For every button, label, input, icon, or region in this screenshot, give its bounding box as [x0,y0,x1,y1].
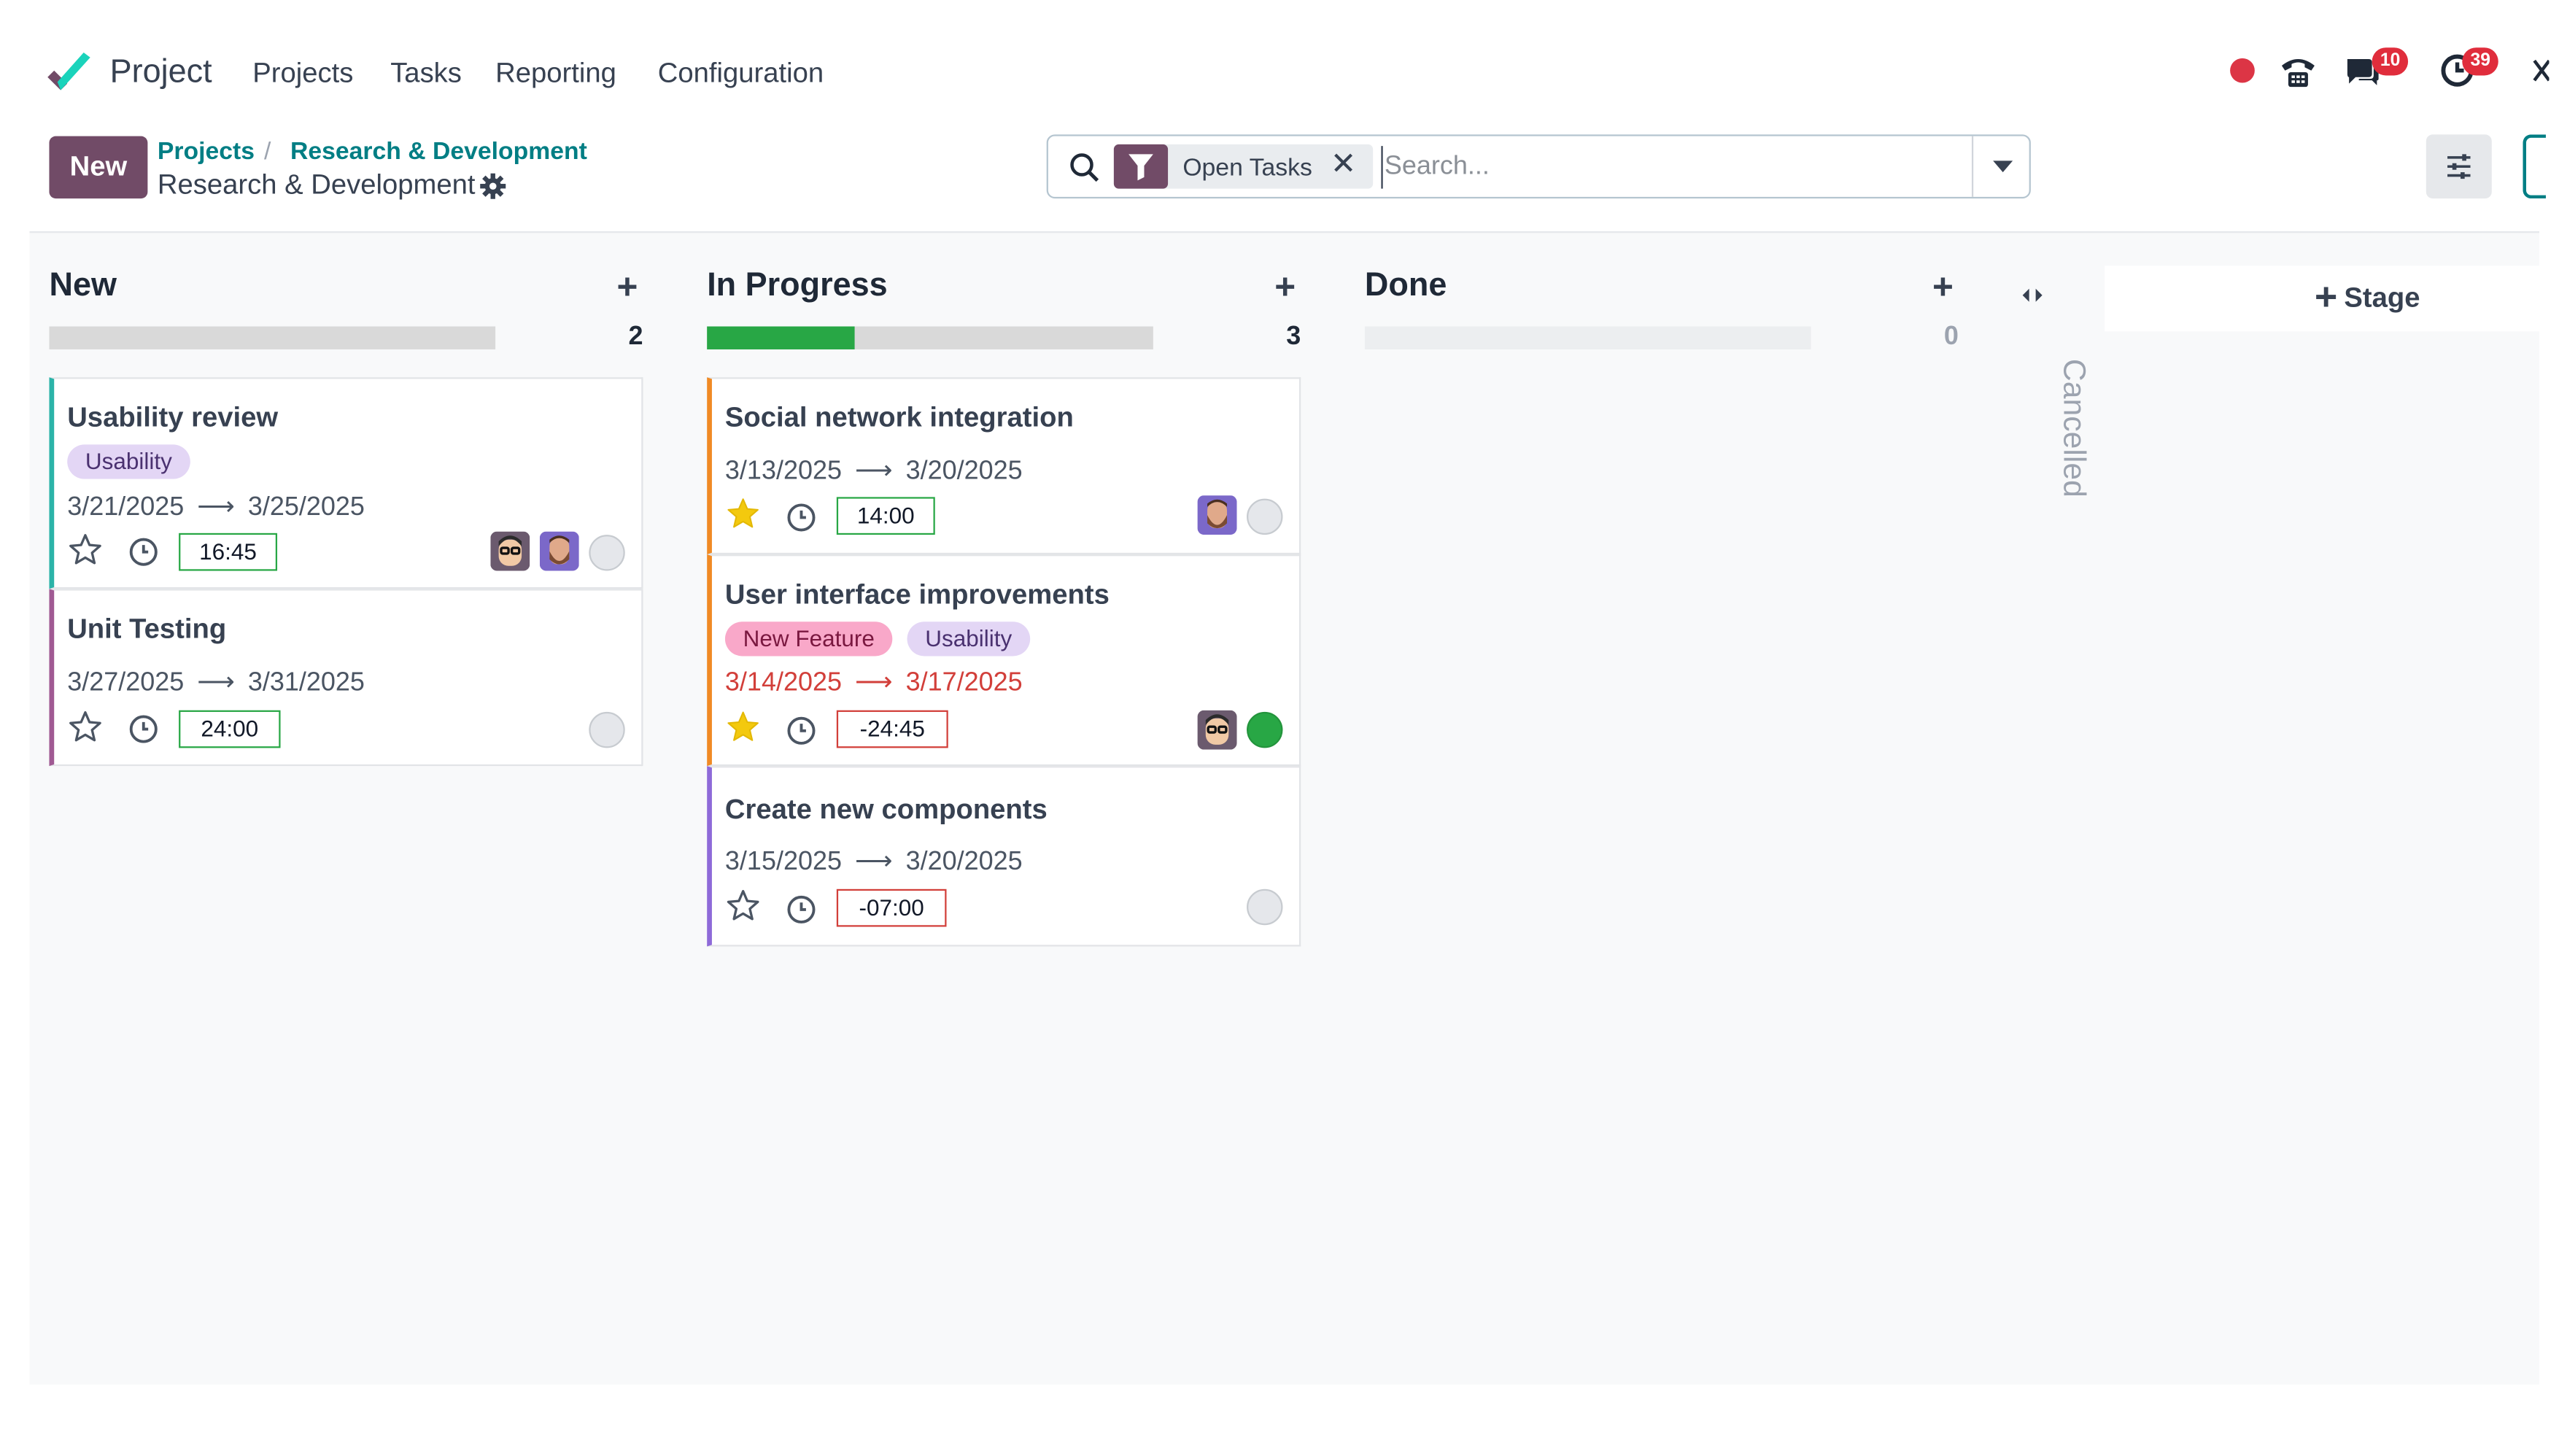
task-dates: 3/13/2025 ⟶ 3/20/2025 [724,457,1023,486]
top-navbar: Project Projects Tasks Reporting Configu… [0,0,2559,131]
search-icon[interactable] [1068,151,1101,184]
phone-icon[interactable] [2278,51,2318,90]
activities-badge: 39 [2462,47,2499,76]
star-outline-icon[interactable] [67,708,103,744]
menu-reporting[interactable]: Reporting [495,58,616,90]
allocated-hours: 16:45 [179,533,278,571]
tag-new-feature[interactable]: New Feature [724,621,893,657]
column-title-done[interactable]: Done [1365,268,1447,306]
search-input[interactable] [1381,146,1939,189]
task-dates: 3/21/2025 ⟶ 3/25/2025 [67,493,365,522]
filter-icon [1128,154,1153,181]
clock-icon[interactable] [786,715,817,746]
tag-usability[interactable]: Usability [907,621,1030,657]
facet-label: Open Tasks [1182,154,1312,182]
fold-arrows-icon[interactable] [2010,279,2056,311]
caret-down-icon [1993,160,2013,173]
avatar[interactable] [1197,495,1237,535]
avatar-glasses-man [490,531,530,571]
allocated-hours: 14:00 [836,497,935,535]
star-outline-icon[interactable] [67,532,103,568]
kanban-state-indicator[interactable] [1247,711,1283,748]
view-settings-button[interactable] [2426,134,2492,199]
add-stage-label: Stage [2344,282,2420,314]
search-facet-open-tasks: Open Tasks ✕ [1113,144,1374,189]
task-dates-overdue: 3/14/2025 ⟶ 3/17/2025 [724,669,1023,697]
avatar[interactable] [1197,710,1237,750]
folded-column-title[interactable]: Cancelled [2054,359,2090,497]
avatar-bearded-man [1197,495,1237,535]
kanban-state-indicator[interactable] [589,535,625,571]
breadcrumb-projects[interactable]: Projects [158,138,255,166]
task-dates: 3/15/2025 ⟶ 3/20/2025 [724,848,1023,876]
task-title[interactable]: Social network integration [725,402,1074,435]
allocated-hours: -24:45 [836,710,948,748]
task-card-social-network-integration[interactable]: Social network integration 3/13/2025 ⟶ 3/2… [707,377,1301,555]
kanban-state-indicator[interactable] [1247,498,1283,535]
folded-column-cancelled[interactable] [2010,279,2056,508]
gear-icon[interactable] [479,172,507,200]
search-bar: Open Tasks ✕ [1046,134,2031,199]
clock-icon[interactable] [128,536,159,568]
star-filled-icon[interactable] [725,708,761,744]
avatar[interactable] [539,531,579,571]
task-card-user-interface-improvements[interactable]: User interface improvements New Feature … [707,554,1301,767]
column-progress-new[interactable] [49,326,496,349]
breadcrumb-research-development[interactable]: Research & Development [290,138,587,166]
clock-icon[interactable] [786,502,817,533]
breadcrumb-separator: / [264,137,271,166]
plus-icon[interactable]: + [617,266,638,308]
column-title-new[interactable]: New [49,268,116,306]
plus-icon [2316,287,2337,307]
task-title[interactable]: Unit Testing [67,613,226,646]
column-progress-in-progress[interactable] [707,326,1153,349]
column-count-new: 2 [628,322,643,352]
filter-facet-box [1113,144,1169,189]
column-count-in-progress: 3 [1286,322,1301,352]
task-title[interactable]: Usability review [67,402,278,435]
avatar-bearded-man [539,531,579,571]
avatar-glasses-man [1197,710,1237,750]
app-logo-icon[interactable] [44,51,93,97]
task-dates: 3/27/2025 ⟶ 3/31/2025 [67,669,365,697]
task-card-unit-testing[interactable]: Unit Testing 3/27/2025 ⟶ 3/31/2025 24:00 [49,589,643,767]
star-outline-icon[interactable] [725,888,761,923]
recording-dot-icon[interactable] [2223,51,2262,90]
search-options-toggle[interactable] [1971,136,2031,197]
menu-projects[interactable]: Projects [252,58,353,90]
plus-icon[interactable]: + [1932,266,1954,308]
task-card-usability-review[interactable]: Usability review Usability 3/21/2025 ⟶ 3/2… [49,377,643,589]
column-title-in-progress[interactable]: In Progress [707,268,887,306]
add-stage-button[interactable]: Stage [2105,266,2539,332]
menu-tasks[interactable]: Tasks [390,58,462,90]
task-title[interactable]: Create new components [725,794,1048,826]
messages-badge: 10 [2372,47,2409,76]
plus-icon[interactable]: + [1274,266,1296,308]
allocated-hours: 24:00 [179,710,281,748]
clock-icon[interactable] [128,713,159,745]
avatar[interactable] [490,531,530,571]
close-icon[interactable] [2529,51,2550,90]
task-title[interactable]: User interface improvements [725,579,1110,612]
column-progress-done[interactable] [1364,326,1811,349]
app-name[interactable]: Project [110,54,212,92]
star-filled-icon[interactable] [725,495,761,531]
facet-remove-icon[interactable]: ✕ [1331,146,1357,184]
sliders-icon [2447,154,2471,179]
current-project-title: Research & Development [157,169,476,201]
allocated-hours: -07:00 [836,888,947,927]
task-card-create-new-components[interactable]: Create new components 3/15/2025 ⟶ 3/20/202… [707,766,1301,947]
column-count-done: 0 [1943,322,1959,352]
progress-fill [707,326,855,349]
side-panel-button[interactable] [2523,134,2546,199]
menu-configuration[interactable]: Configuration [658,58,824,90]
kanban-state-indicator[interactable] [1247,888,1283,926]
kanban-state-indicator[interactable] [589,711,625,748]
new-task-button[interactable]: New [49,136,148,199]
tag-usability[interactable]: Usability [67,444,190,479]
clock-icon[interactable] [786,894,817,926]
